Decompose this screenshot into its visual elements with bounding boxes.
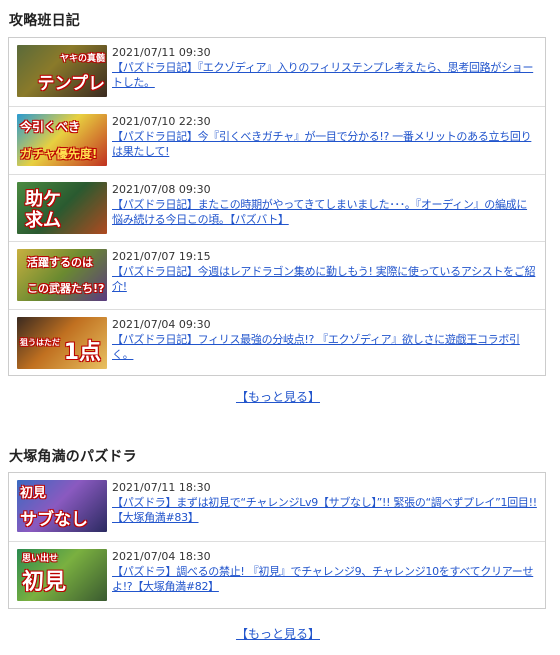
article-item[interactable]: 狙うはただ 1点 2021/07/04 09:30 【パズドラ日記】フィリス最強…: [9, 310, 545, 375]
article-title-link[interactable]: 【パズドラ日記】今週はレアドラゴン集めに勤しもう! 実際に使っているアシストをご…: [112, 264, 537, 294]
thumbnail-caption: ガチャ優先度!: [20, 147, 98, 161]
article-item[interactable]: 助ケ 求ム 2021/07/08 09:30 【パズドラ日記】またこの時期がやっ…: [9, 175, 545, 242]
thumbnail-caption: 初見: [20, 486, 47, 501]
thumbnail-caption: 1点: [63, 340, 101, 365]
thumbnail-caption: サブなし: [20, 510, 88, 530]
article-title-link[interactable]: 【パズドラ日記】『エクゾディア』入りのフィリステンプレ考えたら、思考回路がショー…: [112, 60, 537, 90]
thumbnail-caption: 狙うはただ: [20, 338, 60, 347]
thumbnail-caption: 初見: [22, 570, 67, 595]
thumbnail-caption: この武器たち!?: [27, 282, 105, 295]
article-thumbnail[interactable]: 初見 サブなし: [17, 480, 107, 532]
article-thumbnail[interactable]: 活躍するのは この武器たち!?: [17, 249, 107, 301]
article-title-link[interactable]: 【パズドラ日記】フィリス最強の分岐点!? 『エクゾディア』欲しさに遊戯王コラボ引…: [112, 332, 537, 362]
article-thumbnail[interactable]: 助ケ 求ム: [17, 182, 107, 234]
thumbnail-caption: 思い出せ: [22, 554, 59, 564]
more-link-kouryakuhan[interactable]: 【もっと見る】: [0, 388, 556, 405]
article-thumbnail[interactable]: ヤキの真髄 テンプレ: [17, 45, 107, 97]
article-item[interactable]: 今引くべき ガチャ優先度! 2021/07/10 22:30 【パズドラ日記】今…: [9, 107, 545, 175]
thumbnail-caption: ヤキの真髄: [59, 54, 105, 64]
thumbnail-caption: 今引くべき: [20, 120, 81, 134]
article-date: 2021/07/04 09:30: [112, 318, 211, 331]
article-thumbnail[interactable]: 思い出せ 初見: [17, 549, 107, 601]
article-item[interactable]: 初見 サブなし 2021/07/11 18:30 【パズドラ】まずは初見で“チャ…: [9, 473, 545, 542]
article-date: 2021/07/10 22:30: [112, 115, 211, 128]
article-item[interactable]: ヤキの真髄 テンプレ 2021/07/11 09:30 【パズドラ日記】『エクゾ…: [9, 38, 545, 107]
article-date: 2021/07/11 09:30: [112, 46, 211, 59]
article-thumbnail[interactable]: 狙うはただ 1点: [17, 317, 107, 369]
thumbnail-caption: テンプレ: [37, 74, 106, 94]
article-list-otsuka: 初見 サブなし 2021/07/11 18:30 【パズドラ】まずは初見で“チャ…: [8, 472, 546, 609]
more-link-otsuka[interactable]: 【もっと見る】: [0, 625, 556, 642]
article-date: 2021/07/08 09:30: [112, 183, 211, 196]
article-date: 2021/07/07 19:15: [112, 250, 211, 263]
section-title-kouryakuhan: 攻略班日記: [9, 13, 80, 29]
article-item[interactable]: 活躍するのは この武器たち!? 2021/07/07 19:15 【パズドラ日記…: [9, 242, 545, 310]
article-list-kouryakuhan: ヤキの真髄 テンプレ 2021/07/11 09:30 【パズドラ日記】『エクゾ…: [8, 37, 546, 376]
article-thumbnail[interactable]: 今引くべき ガチャ優先度!: [17, 114, 107, 166]
article-title-link[interactable]: 【パズドラ】調べるの禁止! 『初見』でチャレンジ9、チャレンジ10をすべてクリア…: [112, 564, 537, 594]
article-item[interactable]: 思い出せ 初見 2021/07/04 18:30 【パズドラ】調べるの禁止! 『…: [9, 542, 545, 608]
article-date: 2021/07/11 18:30: [112, 481, 211, 494]
section-title-otsuka: 大塚角満のパズドラ: [9, 449, 137, 465]
thumbnail-caption: 求ム: [25, 210, 61, 231]
article-title-link[interactable]: 【パズドラ日記】今『引くべきガチャ』が一目で分かる!? 一番メリットのある立ち回…: [112, 129, 537, 159]
article-title-link[interactable]: 【パズドラ】まずは初見で“チャレンジLv9【サブなし】”!! 緊張の“調べずプレ…: [112, 495, 537, 525]
article-date: 2021/07/04 18:30: [112, 550, 211, 563]
thumbnail-caption: 活躍するのは: [27, 256, 93, 269]
article-title-link[interactable]: 【パズドラ日記】またこの時期がやってきてしまいました･･･。『オーディン』の編成…: [112, 197, 537, 227]
